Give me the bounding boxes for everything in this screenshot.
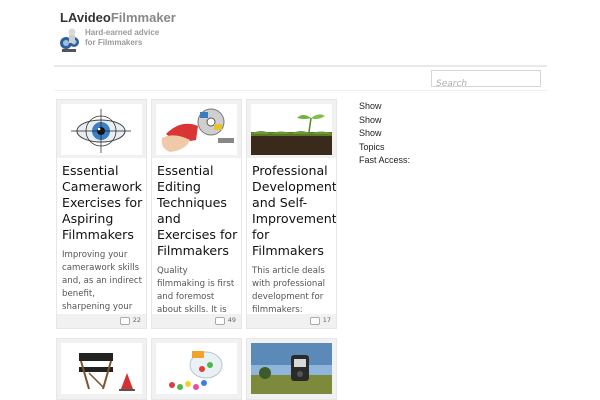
card-body: Professional Development and Self-Improv…: [247, 158, 336, 315]
article-card[interactable]: [56, 338, 147, 400]
directors-chair-image[interactable]: [61, 343, 142, 394]
card-title[interactable]: Professional Development and Self-Improv…: [252, 163, 336, 259]
comment-icon[interactable]: [310, 317, 320, 325]
site-title-dark: LAvideo: [60, 10, 111, 25]
toolbar-divider: [54, 90, 547, 91]
card-body: Essential Editing Techniques and Exercis…: [152, 158, 241, 315]
article-card[interactable]: Essential Editing Techniques and Exercis…: [151, 99, 242, 329]
sidebar-topics-heading: Topics: [359, 141, 385, 152]
light-meter-field-image[interactable]: [251, 343, 332, 394]
card-excerpt: Improving your camerawork skills and, as…: [62, 250, 142, 312]
sidebar-show-link-1[interactable]: Show: [359, 100, 410, 114]
sprout-soil-image[interactable]: [251, 104, 332, 155]
article-card[interactable]: Professional Development and Self-Improv…: [246, 99, 337, 329]
card-excerpt: This article deals with professional dev…: [252, 266, 326, 315]
comment-icon[interactable]: [215, 317, 225, 325]
comment-count[interactable]: 17: [323, 316, 331, 324]
sidebar-fast-access-heading: Fast Access:: [359, 155, 411, 165]
search-input[interactable]: [432, 77, 540, 91]
comment-count[interactable]: 49: [228, 316, 236, 324]
site-title[interactable]: LAvideoFilmmaker: [60, 10, 176, 25]
sidebar-show-link-2[interactable]: Show: [359, 114, 410, 128]
card-footer: 17: [247, 314, 336, 328]
comment-count[interactable]: 22: [133, 316, 141, 324]
article-card[interactable]: [151, 338, 242, 400]
card-footer: 49: [152, 314, 241, 328]
card-excerpt: Quality filmmaking is first and foremost…: [157, 266, 235, 315]
film-reel-hand-image[interactable]: [156, 104, 237, 155]
card-title[interactable]: Essential Camerawork Exercises for Aspir…: [62, 163, 143, 243]
eye-crosshair-image[interactable]: [61, 104, 142, 155]
tagline-line-2: for Filmmakers: [85, 38, 143, 47]
site-tagline: Hard-earned advice for Filmmakers: [85, 28, 159, 48]
card-body: Essential Camerawork Exercises for Aspir…: [57, 158, 146, 315]
sidebar: Show Show Show Topics Fast Access:: [359, 100, 410, 168]
site-title-light: Filmmaker: [110, 10, 176, 25]
article-card[interactable]: Essential Camerawork Exercises for Aspir…: [56, 99, 147, 329]
card-footer: 22: [57, 314, 146, 328]
article-card[interactable]: [246, 338, 337, 400]
sidebar-show-link-3[interactable]: Show: [359, 127, 410, 141]
search-box[interactable]: [431, 70, 541, 91]
tagline-line-1: Hard-earned advice: [85, 28, 160, 37]
card-title[interactable]: Essential Editing Techniques and Exercis…: [157, 163, 238, 259]
header-divider: [54, 65, 547, 67]
comment-icon[interactable]: [120, 317, 130, 325]
camera-mascot-icon: [59, 27, 83, 53]
candy-jar-image[interactable]: [156, 343, 237, 394]
